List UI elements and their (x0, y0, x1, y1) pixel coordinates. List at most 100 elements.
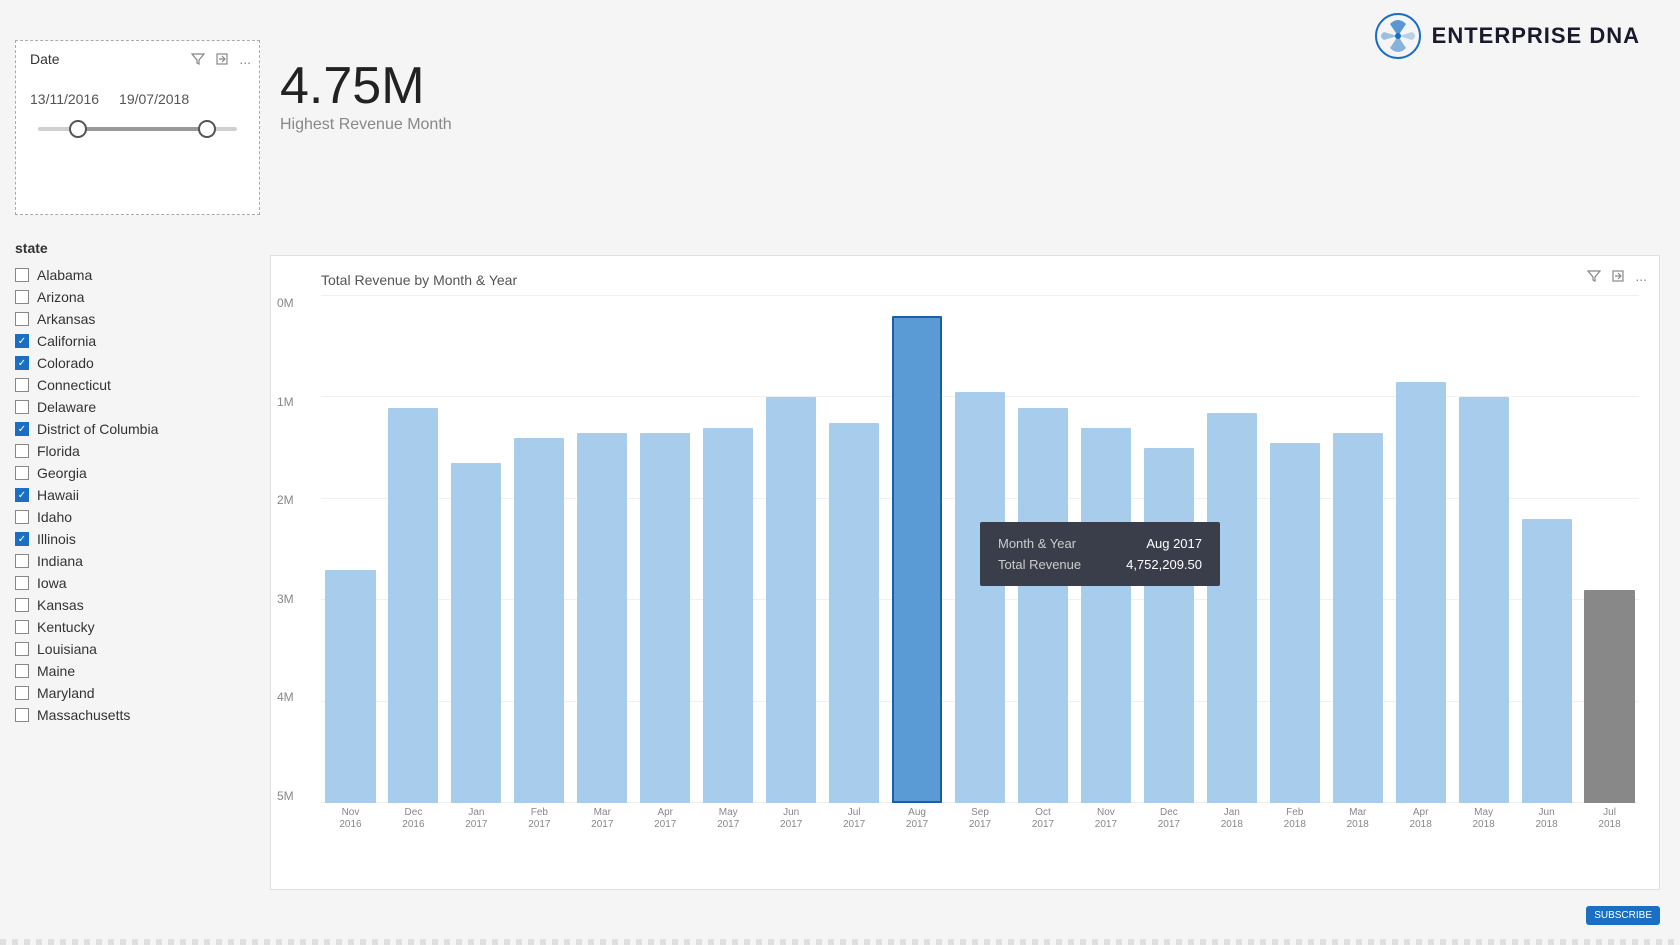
bar-group[interactable]: Jan2017 (447, 296, 506, 803)
state-checkbox[interactable] (15, 466, 29, 480)
state-item[interactable]: Louisiana (15, 638, 260, 660)
bars-wrapper[interactable]: Nov2016Dec2016Jan2017Feb2017Mar2017Apr20… (321, 296, 1639, 803)
bar-group[interactable]: Dec2016 (384, 296, 443, 803)
chart-toolbar: ... (1587, 268, 1647, 284)
state-checkbox[interactable] (15, 422, 29, 436)
bar-group[interactable]: Apr2018 (1391, 296, 1450, 803)
state-checkbox[interactable] (15, 686, 29, 700)
bar-group[interactable]: Nov2017 (1076, 296, 1135, 803)
slider-thumb-left[interactable] (69, 120, 87, 138)
state-item[interactable]: Hawaii (15, 484, 260, 506)
state-item[interactable]: Idaho (15, 506, 260, 528)
more-icon[interactable]: ... (239, 51, 251, 67)
bar-group[interactable]: Jun2018 (1517, 296, 1576, 803)
bar[interactable] (1018, 408, 1068, 803)
bar[interactable] (955, 392, 1005, 803)
state-checkbox[interactable] (15, 510, 29, 524)
state-label: Arkansas (37, 311, 95, 327)
state-checkbox[interactable] (15, 400, 29, 414)
state-checkbox[interactable] (15, 554, 29, 568)
state-checkbox[interactable] (15, 488, 29, 502)
bar[interactable] (829, 423, 879, 803)
state-item[interactable]: Massachusetts (15, 704, 260, 726)
bar[interactable] (1333, 433, 1383, 803)
chart-filter-icon[interactable] (1587, 269, 1601, 283)
state-item[interactable]: Indiana (15, 550, 260, 572)
bar[interactable] (1144, 448, 1194, 803)
x-axis-label: Dec2017 (1139, 807, 1198, 831)
bar[interactable] (1207, 413, 1257, 803)
state-item[interactable]: Georgia (15, 462, 260, 484)
bar[interactable] (1459, 397, 1509, 803)
state-item[interactable]: Florida (15, 440, 260, 462)
bar[interactable] (640, 433, 690, 803)
state-item[interactable]: Arizona (15, 286, 260, 308)
state-checkbox[interactable] (15, 576, 29, 590)
bar-group[interactable]: Sep2017 (951, 296, 1010, 803)
bar[interactable] (892, 316, 942, 803)
state-checkbox[interactable] (15, 334, 29, 348)
state-checkbox[interactable] (15, 620, 29, 634)
state-checkbox[interactable] (15, 664, 29, 678)
state-checkbox[interactable] (15, 708, 29, 722)
bar[interactable] (514, 438, 564, 803)
state-item[interactable]: Delaware (15, 396, 260, 418)
bar-group[interactable]: May2018 (1454, 296, 1513, 803)
state-item[interactable]: Iowa (15, 572, 260, 594)
bar-group[interactable]: Jul2017 (825, 296, 884, 803)
date-slider-track[interactable] (38, 127, 237, 131)
bar-group[interactable]: May2017 (699, 296, 758, 803)
state-checkbox[interactable] (15, 268, 29, 282)
bar[interactable] (451, 463, 501, 803)
bar-group[interactable]: Feb2017 (510, 296, 569, 803)
bar-group[interactable]: Aug2017 (888, 296, 947, 803)
state-item[interactable]: Colorado (15, 352, 260, 374)
state-item[interactable]: California (15, 330, 260, 352)
bar[interactable] (325, 570, 375, 803)
bar-group[interactable]: Jan2018 (1202, 296, 1261, 803)
state-item[interactable]: Arkansas (15, 308, 260, 330)
date-filter-toolbar: ... (191, 51, 251, 67)
bar[interactable] (1081, 428, 1131, 803)
subscribe-button[interactable]: SUBSCRIBE (1586, 906, 1660, 925)
state-item[interactable]: Kansas (15, 594, 260, 616)
state-checkbox[interactable] (15, 642, 29, 656)
chart-more-icon[interactable]: ... (1635, 268, 1647, 284)
state-checkbox[interactable] (15, 444, 29, 458)
bar-group[interactable]: Apr2017 (636, 296, 695, 803)
bar-group[interactable]: Dec2017 (1139, 296, 1198, 803)
state-item[interactable]: Alabama (15, 264, 260, 286)
state-item[interactable]: Kentucky (15, 616, 260, 638)
bar[interactable] (577, 433, 627, 803)
bar[interactable] (1396, 382, 1446, 803)
chart-export-icon[interactable] (1611, 269, 1625, 283)
filter-icon[interactable] (191, 52, 205, 66)
bar-group[interactable]: Oct2017 (1013, 296, 1072, 803)
bar-group[interactable]: Mar2017 (573, 296, 632, 803)
bar[interactable] (703, 428, 753, 803)
bar[interactable] (1584, 590, 1634, 803)
slider-thumb-right[interactable] (198, 120, 216, 138)
bar-group[interactable]: Jul2018 (1580, 296, 1639, 803)
bar[interactable] (1270, 443, 1320, 803)
bar-group[interactable]: Feb2018 (1265, 296, 1324, 803)
state-item[interactable]: Maine (15, 660, 260, 682)
state-item[interactable]: Connecticut (15, 374, 260, 396)
state-checkbox[interactable] (15, 312, 29, 326)
bar-group[interactable]: Mar2018 (1328, 296, 1387, 803)
state-item[interactable]: Illinois (15, 528, 260, 550)
bar[interactable] (388, 408, 438, 803)
bar[interactable] (1522, 519, 1572, 803)
bar-group[interactable]: Nov2016 (321, 296, 380, 803)
export-icon[interactable] (215, 52, 229, 66)
state-checkbox[interactable] (15, 378, 29, 392)
bar[interactable] (766, 397, 816, 803)
bottom-bar (0, 939, 1680, 945)
state-checkbox[interactable] (15, 598, 29, 612)
state-checkbox[interactable] (15, 290, 29, 304)
state-checkbox[interactable] (15, 532, 29, 546)
state-item[interactable]: Maryland (15, 682, 260, 704)
bar-group[interactable]: Jun2017 (762, 296, 821, 803)
state-checkbox[interactable] (15, 356, 29, 370)
state-item[interactable]: District of Columbia (15, 418, 260, 440)
